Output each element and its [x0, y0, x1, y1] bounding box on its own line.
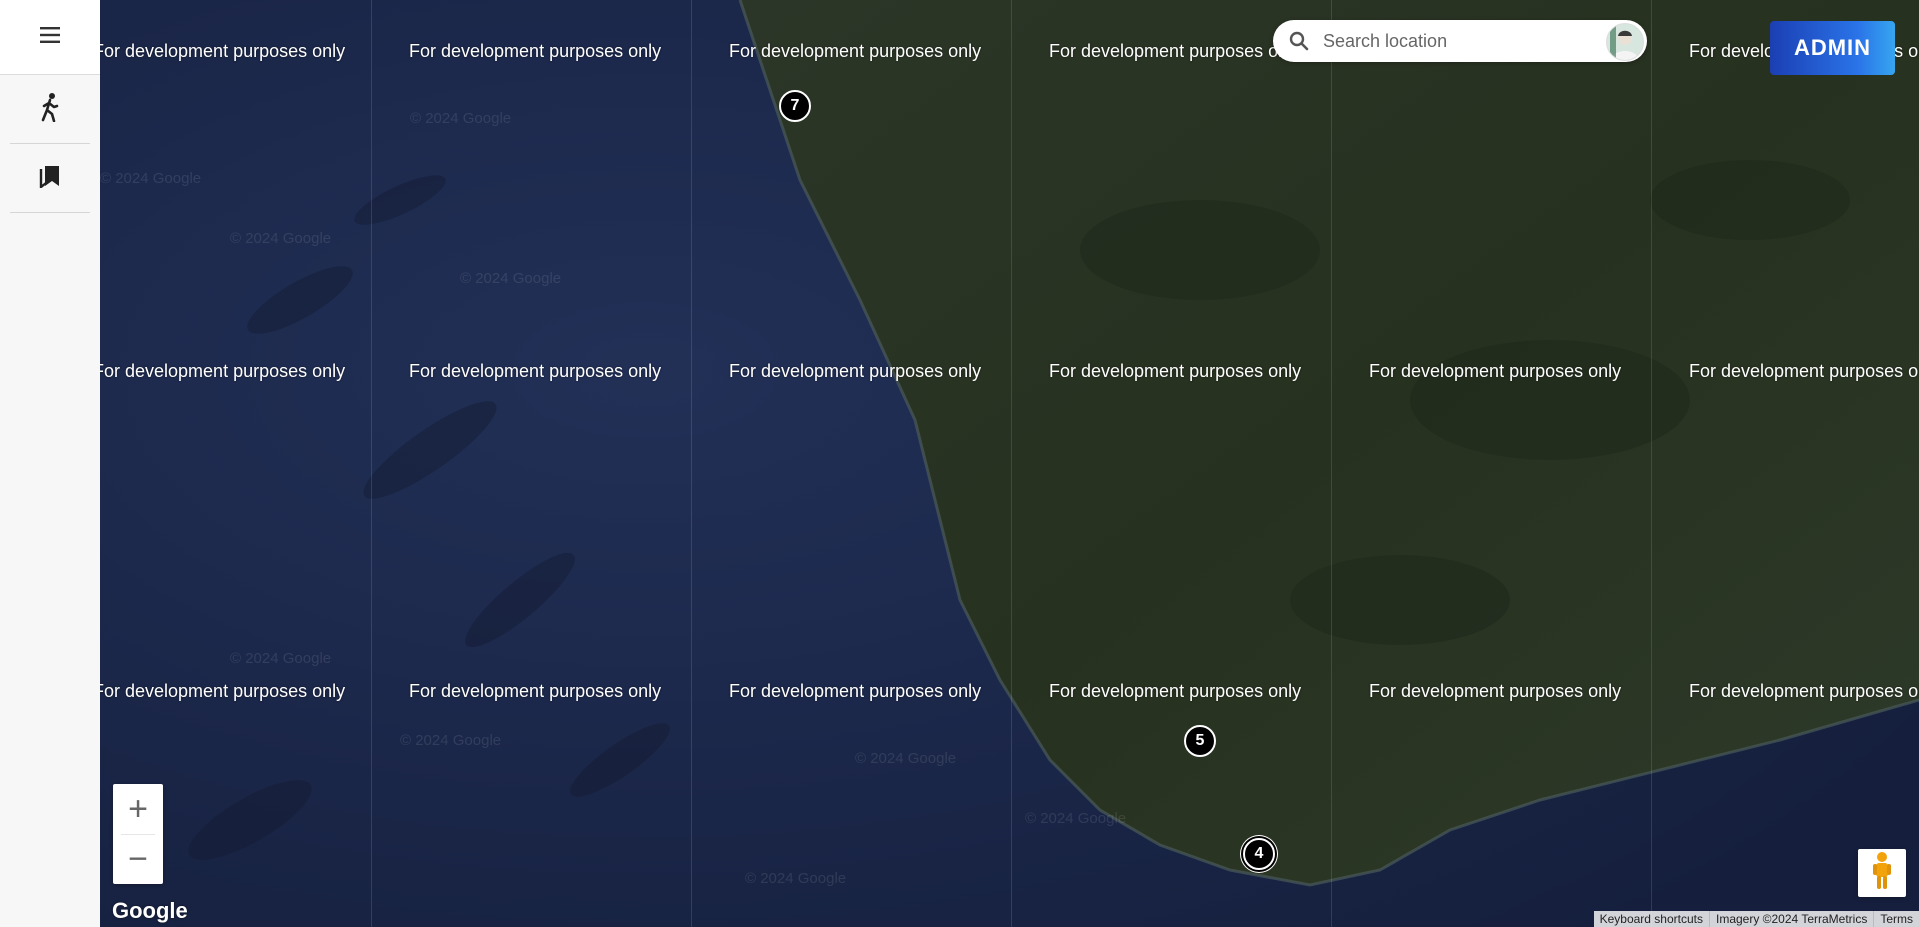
dev-watermark: For development purposes only — [409, 361, 662, 381]
google-logo: Google — [112, 898, 188, 923]
faint-copyright: © 2024 Google — [460, 270, 562, 287]
imagery-credit: Imagery ©2024 TerraMetrics — [1708, 911, 1873, 927]
tile-boundary — [371, 0, 372, 927]
walking-person-icon — [37, 92, 63, 127]
terms-link[interactable]: Terms — [1873, 911, 1919, 927]
dev-watermark: For development purposes only — [1689, 681, 1919, 701]
avatar[interactable] — [1606, 23, 1644, 61]
dev-watermark: For development purposes only — [100, 681, 346, 701]
keyboard-shortcuts-link[interactable]: Keyboard shortcuts — [1594, 911, 1709, 927]
dev-watermark: For development purposes only — [409, 41, 662, 61]
bookmarks-icon — [39, 164, 61, 193]
dev-watermark: For development purposes only — [100, 361, 346, 381]
dev-watermark: For development purposes only — [1689, 361, 1919, 381]
map-canvas[interactable]: © 2024 Google © 2024 Google © 2024 Googl… — [100, 0, 1919, 927]
cluster-marker[interactable]: 5 — [1184, 725, 1216, 757]
tile-boundary — [1011, 0, 1012, 927]
street-view-pegman[interactable] — [1858, 849, 1906, 897]
dev-watermark: For development purposes only — [729, 41, 982, 61]
dev-watermark: For development purposes only — [1369, 361, 1622, 381]
dev-watermark: For development purposes only — [729, 361, 982, 381]
sidebar-item-walk[interactable] — [10, 75, 90, 144]
faint-copyright: © 2024 Google — [1025, 810, 1127, 827]
faint-copyright: © 2024 Google — [745, 870, 847, 887]
faint-copyright: © 2024 Google — [410, 110, 512, 127]
search-input[interactable] — [1321, 29, 1595, 53]
satellite-imagery — [100, 0, 1919, 927]
faint-copyright: © 2024 Google — [100, 170, 202, 187]
menu-button[interactable] — [0, 0, 100, 75]
tile-boundary — [691, 0, 692, 927]
search-bar — [1273, 20, 1647, 62]
dev-watermark: For development purposes only — [1049, 681, 1302, 701]
map-attribution: Keyboard shortcuts Imagery ©2024 TerraMe… — [1593, 911, 1919, 927]
sidebar — [0, 0, 100, 927]
cluster-marker[interactable]: 7 — [779, 90, 811, 122]
zoom-in-button[interactable]: + — [113, 784, 163, 834]
faint-copyright: © 2024 Google — [230, 230, 332, 247]
sidebar-item-bookmarks[interactable] — [10, 144, 90, 213]
dev-watermark: For development purposes only — [729, 681, 982, 701]
pegman-icon — [1870, 851, 1894, 896]
dev-watermark: For development purposes only — [1049, 361, 1302, 381]
hamburger-menu-icon — [40, 26, 60, 48]
tile-boundary — [1651, 0, 1652, 927]
dev-watermark: For development purposes only — [409, 681, 662, 701]
zoom-out-button[interactable]: − — [113, 834, 163, 884]
dev-watermark: For development purposes only — [1369, 681, 1622, 701]
zoom-controls: + − — [113, 784, 163, 884]
faint-copyright: © 2024 Google — [855, 750, 957, 767]
faint-copyright: © 2024 Google — [400, 732, 502, 749]
cluster-marker[interactable]: 4 — [1243, 838, 1275, 870]
faint-copyright: © 2024 Google — [230, 650, 332, 667]
search-icon[interactable] — [1289, 31, 1309, 51]
tile-boundary — [1331, 0, 1332, 927]
zoom-divider — [121, 834, 155, 835]
admin-button[interactable]: ADMIN — [1770, 21, 1895, 75]
dev-watermark: For development purposes only — [100, 41, 346, 61]
dev-watermark: For development purposes only — [1049, 41, 1302, 61]
